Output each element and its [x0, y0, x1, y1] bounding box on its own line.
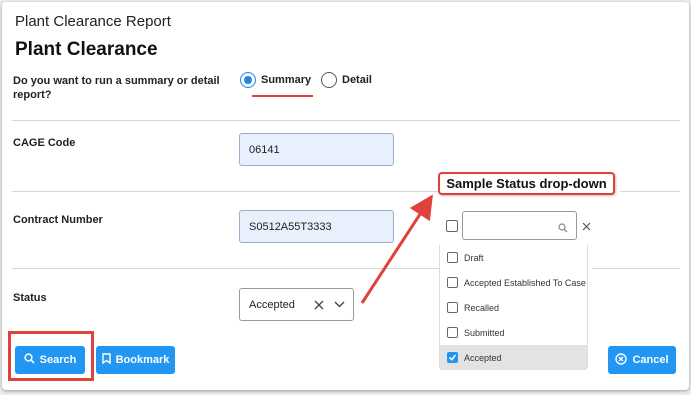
- status-select[interactable]: Accepted: [239, 288, 354, 321]
- dropdown-option-submitted[interactable]: Submitted: [440, 320, 587, 345]
- option-checkbox[interactable]: [447, 302, 458, 313]
- close-icon[interactable]: [582, 218, 591, 236]
- cage-code-label: CAGE Code: [13, 137, 76, 149]
- contract-number-label: Contract Number: [13, 214, 103, 226]
- summary-radio-dot[interactable]: [240, 72, 256, 88]
- sample-status-callout: Sample Status drop-down: [438, 172, 615, 195]
- dropdown-options-list: Draft Accepted Established To Case Recal…: [439, 245, 588, 370]
- bookmark-button-label: Bookmark: [115, 354, 170, 366]
- search-icon: [558, 220, 568, 238]
- chevron-down-icon[interactable]: [329, 301, 349, 308]
- bookmark-button[interactable]: Bookmark: [96, 346, 175, 374]
- option-checkbox[interactable]: [447, 352, 458, 363]
- cancel-circle-icon: [615, 352, 628, 368]
- divider: [620, 191, 680, 192]
- bookmark-icon: [101, 353, 111, 367]
- option-label: Draft: [464, 252, 484, 263]
- option-checkbox[interactable]: [447, 252, 458, 263]
- detail-radio-label: Detail: [342, 74, 372, 86]
- detail-radio-dot[interactable]: [321, 72, 337, 88]
- dropdown-option-recalled[interactable]: Recalled: [440, 295, 587, 320]
- checkmark-icon: [448, 354, 457, 361]
- search-button[interactable]: Search: [15, 346, 85, 374]
- select-all-checkbox[interactable]: [446, 220, 458, 232]
- option-checkbox[interactable]: [447, 277, 458, 288]
- summary-radio[interactable]: Summary: [240, 72, 311, 88]
- status-label: Status: [13, 292, 47, 304]
- status-selected-value: Accepted: [249, 298, 295, 311]
- annotation-arrow: [360, 194, 433, 304]
- summary-radio-label: Summary: [261, 74, 312, 86]
- report-title: Plant Clearance Report: [15, 13, 171, 30]
- option-label: Submitted: [464, 327, 505, 338]
- dropdown-option-accepted-established[interactable]: Accepted Established To Case: [440, 270, 587, 295]
- summary-highlight-underline: [252, 95, 313, 97]
- option-checkbox[interactable]: [447, 327, 458, 338]
- contract-number-value: S0512A55T3333: [249, 220, 332, 233]
- dropdown-search-input[interactable]: [462, 211, 577, 240]
- search-icon: [23, 353, 35, 367]
- cage-code-field[interactable]: 06141: [239, 133, 394, 166]
- cancel-button[interactable]: Cancel: [608, 346, 676, 374]
- report-type-question: Do you want to run a summary or detail r…: [13, 75, 220, 101]
- search-button-label: Search: [39, 354, 77, 366]
- detail-radio[interactable]: Detail: [321, 72, 372, 88]
- dropdown-option-draft[interactable]: Draft: [440, 245, 587, 270]
- status-dropdown-sample: Draft Accepted Established To Case Recal…: [437, 208, 607, 370]
- dropdown-option-accepted[interactable]: Accepted: [440, 345, 587, 370]
- cancel-button-label: Cancel: [632, 354, 669, 366]
- page-title: Plant Clearance: [15, 39, 158, 60]
- option-label: Recalled: [464, 302, 500, 313]
- option-label: Accepted: [464, 352, 502, 363]
- close-icon[interactable]: [309, 300, 329, 310]
- cage-code-value: 06141: [249, 143, 280, 156]
- divider: [12, 120, 680, 121]
- option-label: Accepted Established To Case: [464, 277, 586, 288]
